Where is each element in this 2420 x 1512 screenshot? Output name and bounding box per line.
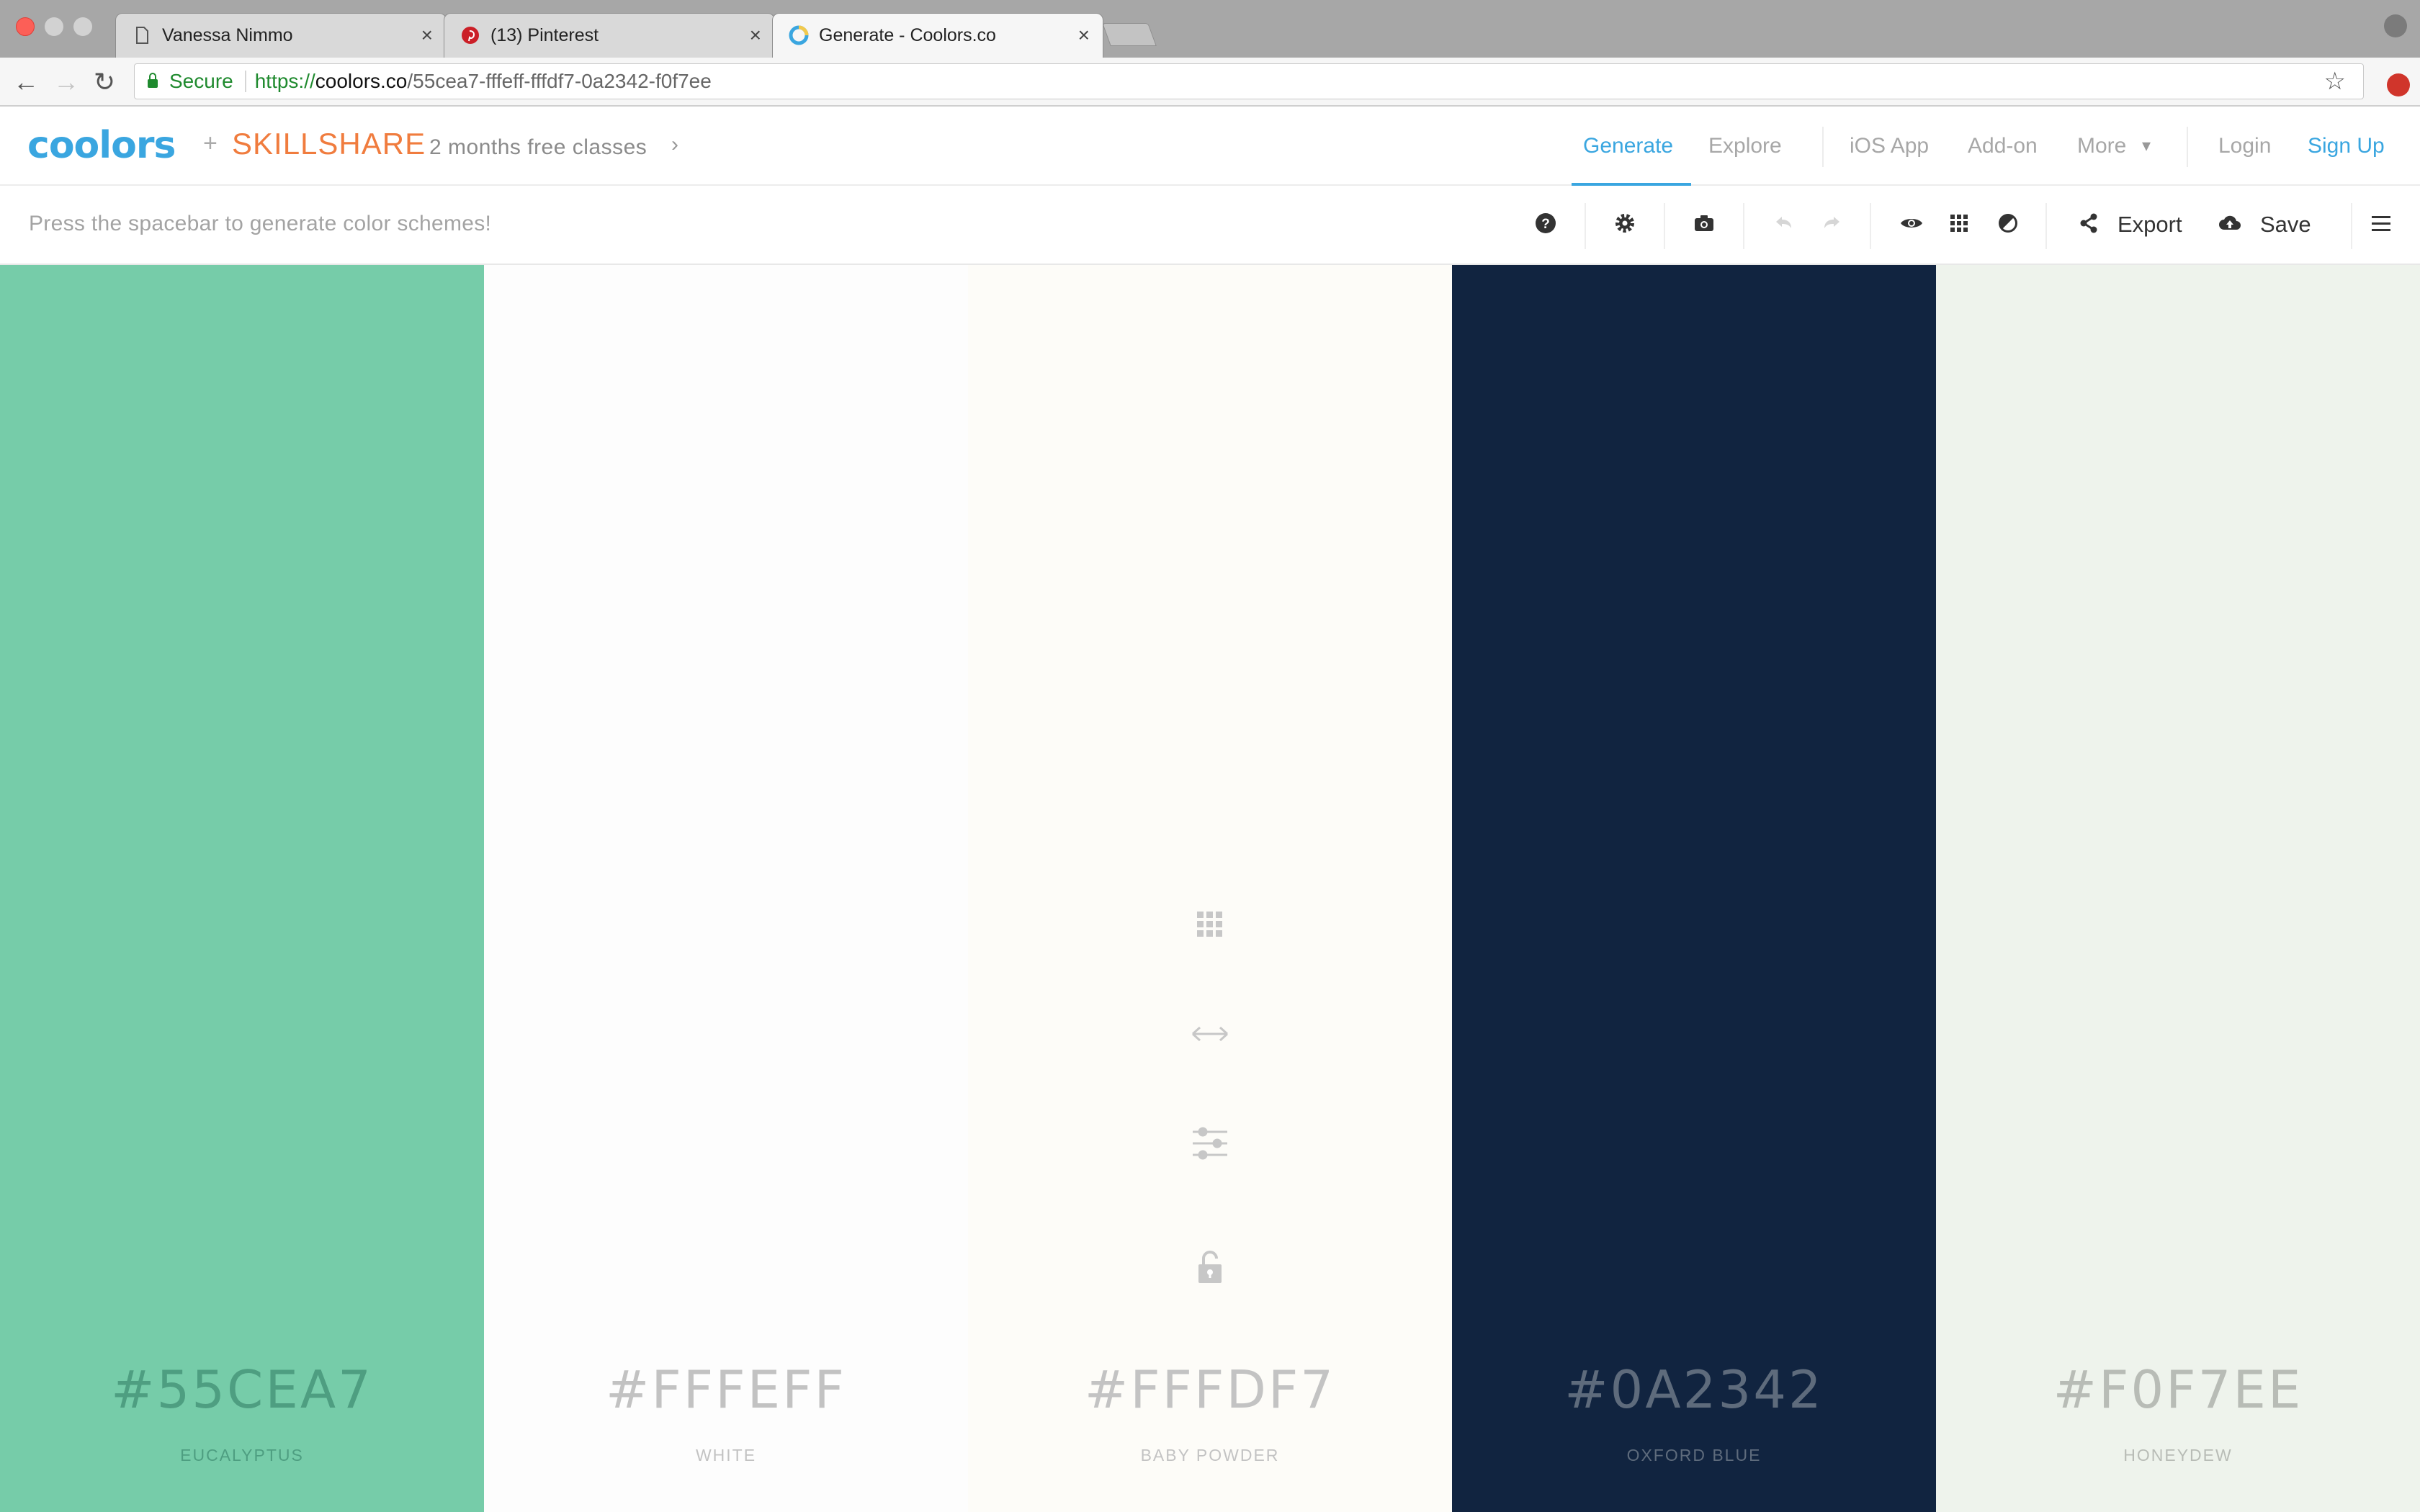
maximize-window-button[interactable] [73,17,92,36]
browser-tab[interactable]: (13) Pinterest × [444,13,775,58]
color-name: WHITE [695,1446,757,1464]
divider [1743,203,1744,249]
document-icon [136,27,148,44]
color-name: OXFORD BLUE [1626,1446,1762,1464]
extension-icon[interactable] [2387,73,2410,96]
divider [2187,127,2188,167]
nav-addon[interactable]: Add-on [1968,134,2038,158]
hex-code[interactable]: #55CEA7 [0,1359,484,1420]
url-path: /55cea7-fffeff-fffdf7-0a2342-f0f7ee [407,70,712,92]
generator-toolbar: Press the spacebar to generate color sch… [0,187,2420,265]
profile-icon[interactable] [2384,14,2407,37]
nav-generate[interactable]: Generate [1583,134,1673,158]
close-tab-icon[interactable]: × [750,24,761,47]
grid-icon[interactable] [1945,209,1973,238]
url-scheme: https:// [254,70,315,92]
browser-tab-bar: Vanessa Nimmo × (13) Pinterest × Generat… [0,0,2420,58]
color-name: EUCALYPTUS [180,1446,304,1464]
view-icon[interactable] [1897,209,1926,238]
close-tab-icon[interactable]: × [1078,24,1090,47]
reload-icon[interactable]: ↻ [94,66,115,98]
browser-tab[interactable]: Vanessa Nimmo × [115,13,447,58]
hex-code[interactable]: #FFFEFF [484,1359,968,1420]
lock-icon [148,73,158,88]
divider [2351,203,2352,249]
tab-title: Generate - Coolors.co [819,25,996,45]
color-name: HONEYDEW [2123,1446,2233,1464]
divider [1822,127,1824,167]
tab-title: (13) Pinterest [490,25,599,45]
browser-tab-active[interactable]: Generate - Coolors.co × [772,13,1103,58]
divider [2045,203,2047,249]
color-swatch[interactable]: #0A2342 OXFORD BLUE [1452,265,1936,1512]
nav-login[interactable]: Login [2218,134,2271,158]
url-host: coolors.co [315,70,408,92]
tab-title: Vanessa Nimmo [162,25,293,45]
color-swatch-hovered[interactable]: #FFFDF7 BABY POWDER [968,265,1452,1512]
nav-more[interactable]: More [2077,134,2126,158]
help-icon[interactable]: ? [1531,209,1560,238]
menu-icon[interactable] [2367,209,2396,238]
hex-code[interactable]: #0A2342 [1452,1359,1936,1420]
new-tab-button[interactable] [1102,23,1157,46]
promo-link[interactable]: 2 months free classes [429,135,647,160]
secure-label: Secure [169,70,233,92]
back-arrow-icon[interactable]: ← [13,66,39,98]
browser-toolbar: ← → ↻ Secure https://coolors.co/55cea7-f… [0,58,2420,107]
skillshare-logo[interactable]: SKILLSHARE [232,127,426,161]
divider [1664,203,1665,249]
coolors-icon [789,25,809,45]
lock-icon[interactable] [1190,1247,1230,1287]
divider [244,71,246,92]
color-palette: #55CEA7 EUCALYPTUS #FFFEFF WHITE #FFFDF7 [0,265,2420,1512]
grid-icon[interactable] [1190,904,1230,945]
drag-arrows-icon[interactable] [1190,1014,1230,1054]
nav-explore[interactable]: Explore [1708,134,1782,158]
upload-icon[interactable] [2215,209,2244,238]
hex-code[interactable]: #FFFDF7 [968,1359,1452,1420]
save-button[interactable]: Save [2260,212,2311,238]
color-name: BABY POWDER [1140,1446,1280,1464]
address-bar[interactable]: Secure https://coolors.co/55cea7-fffeff-… [134,63,2364,99]
share-icon[interactable] [2074,209,2103,238]
adjust-icon[interactable] [1994,209,2022,238]
settings-icon[interactable] [1610,209,1639,238]
close-window-button[interactable] [16,17,35,36]
hex-code[interactable]: #F0F7EE [1936,1359,2420,1420]
nav-signup[interactable]: Sign Up [2308,134,2385,158]
plus-sign: + [203,130,218,157]
coolors-logo[interactable]: coolors [27,124,176,167]
chevron-right-icon: › [671,132,678,156]
export-button[interactable]: Export [2118,212,2182,238]
redo-icon[interactable] [1818,209,1847,238]
camera-icon[interactable] [1690,209,1718,238]
chevron-down-icon[interactable]: ▾ [2142,135,2151,156]
minimize-window-button[interactable] [45,17,63,36]
close-tab-icon[interactable]: × [421,24,433,47]
color-swatch[interactable]: #FFFEFF WHITE [484,265,968,1512]
color-swatch[interactable]: #F0F7EE HONEYDEW [1936,265,2420,1512]
color-swatch[interactable]: #55CEA7 EUCALYPTUS [0,265,484,1512]
forward-arrow-icon[interactable]: → [53,66,79,98]
active-tab-indicator [1572,183,1691,186]
pinterest-icon [462,27,479,44]
site-header: coolors + SKILLSHARE 2 months free class… [0,108,2420,186]
spacebar-hint: Press the spacebar to generate color sch… [29,212,492,235]
svg-text:?: ? [1541,217,1550,232]
nav-ios-app[interactable]: iOS App [1850,134,1929,158]
divider [1870,203,1871,249]
bookmark-star-icon[interactable]: ☆ [2324,67,2346,96]
sliders-icon[interactable] [1190,1123,1230,1164]
divider [1585,203,1586,249]
undo-icon[interactable] [1769,209,1798,238]
